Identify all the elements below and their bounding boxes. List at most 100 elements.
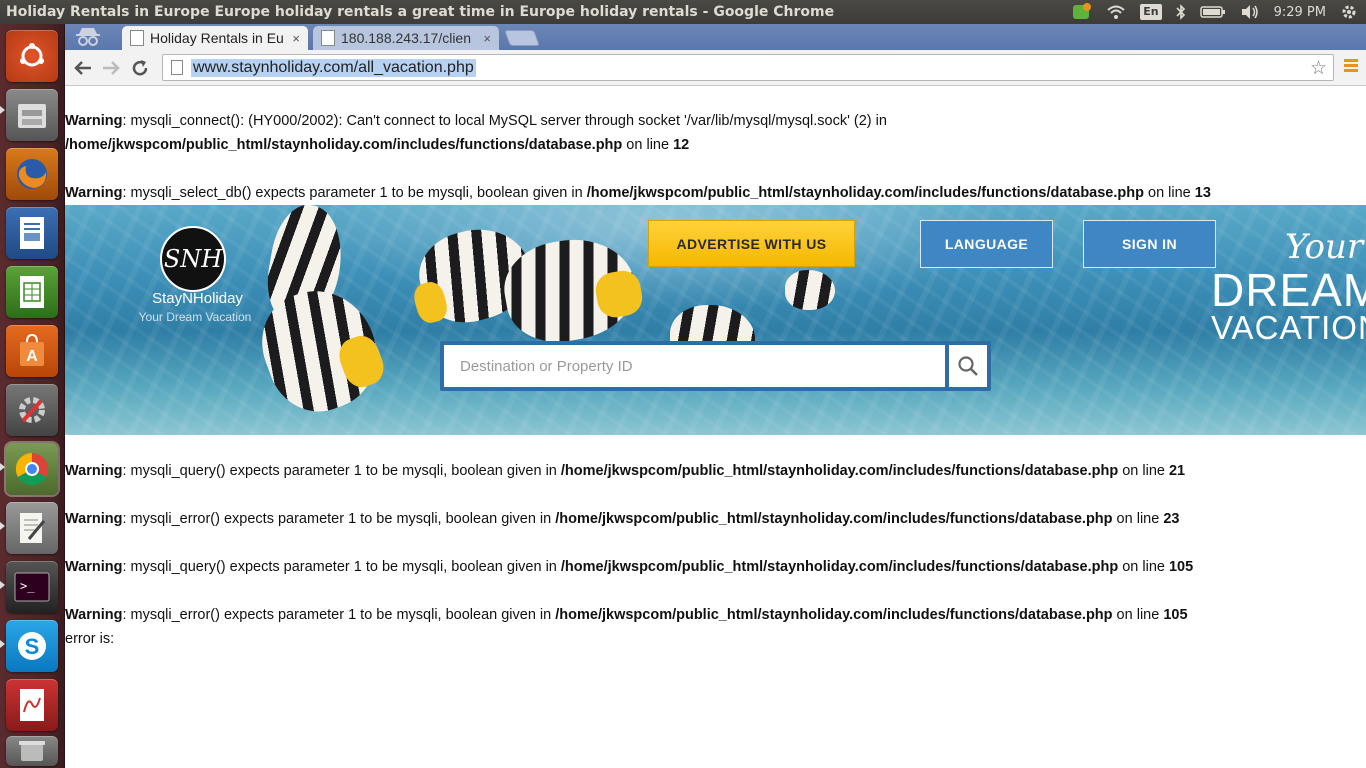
svg-text:S: S xyxy=(25,634,40,659)
trash-icon[interactable] xyxy=(6,736,58,766)
writer-icon[interactable] xyxy=(6,207,58,259)
advertise-with-us-button[interactable]: ADVERTISE WITH US xyxy=(648,220,855,267)
warning-line-number: 13 xyxy=(1194,185,1211,201)
incognito-icon xyxy=(73,26,103,48)
page-favicon-icon xyxy=(130,30,144,46)
warning-label: Warning xyxy=(65,559,123,575)
session-gear-icon[interactable] xyxy=(1340,3,1358,21)
php-warning: Warning: mysqli_query() expects paramete… xyxy=(65,555,1193,579)
new-tab-button[interactable] xyxy=(504,30,540,46)
window-title: Holiday Rentals in Europe Europe holiday… xyxy=(6,4,835,20)
tab-label: Holiday Rentals in Eu xyxy=(150,30,284,46)
running-indicator xyxy=(0,106,5,114)
warning-line-number: 105 xyxy=(1163,607,1188,623)
svg-text:A: A xyxy=(26,348,38,365)
dash-home-icon[interactable] xyxy=(6,30,58,82)
volume-icon[interactable] xyxy=(1240,3,1260,21)
svg-text:>_: >_ xyxy=(20,579,35,593)
warning-path: /home/jkwspcom/public_html/staynholiday.… xyxy=(586,185,1144,201)
site-name[interactable]: StayNHoliday xyxy=(135,290,260,307)
document-viewer-icon[interactable] xyxy=(6,679,58,731)
warning-on-line: on line xyxy=(1118,463,1169,479)
chrome-icon[interactable] xyxy=(6,443,58,495)
running-indicator xyxy=(0,581,5,589)
php-warning: Warning: mysqli_connect(): (HY000/2002):… xyxy=(65,109,887,157)
browser-toolbar: www.staynholiday.com/all_vacation.php ☆ xyxy=(65,50,1366,86)
firefox-icon[interactable] xyxy=(6,148,58,200)
tab-label: 180.188.243.17/clien xyxy=(341,30,471,46)
bluetooth-icon[interactable] xyxy=(1176,3,1186,21)
error-output: error is: xyxy=(65,631,115,647)
web-page: Warning: mysqli_connect(): (HY000/2002):… xyxy=(65,86,1366,768)
chrome-menu-button[interactable] xyxy=(1344,59,1358,75)
terminal-icon[interactable]: >_ xyxy=(6,561,58,613)
warning-on-line: on line xyxy=(622,137,674,153)
warning-on-line: on line xyxy=(1112,511,1164,527)
warning-label: Warning xyxy=(65,185,123,201)
search-button[interactable] xyxy=(949,345,987,387)
sign-in-button[interactable]: SIGN IN xyxy=(1083,220,1216,268)
system-top-panel: Holiday Rentals in Europe Europe holiday… xyxy=(0,0,1366,24)
warning-path: /home/jkwspcom/public_html/staynholiday.… xyxy=(555,607,1113,623)
text-editor-icon[interactable] xyxy=(6,502,58,554)
tab-close-icon[interactable]: × xyxy=(292,31,300,46)
php-warning: Warning: mysqli_query() expects paramete… xyxy=(65,459,1185,483)
warning-on-line: on line xyxy=(1118,559,1169,575)
tab-holiday-rentals[interactable]: Holiday Rentals in Eu × xyxy=(122,26,308,50)
warning-line-number: 105 xyxy=(1168,559,1194,575)
destination-search-input[interactable] xyxy=(444,345,945,387)
reload-button[interactable] xyxy=(128,56,152,80)
warning-line-number: 23 xyxy=(1163,511,1180,527)
system-settings-icon[interactable] xyxy=(6,384,58,436)
warning-line-number: 21 xyxy=(1168,463,1186,479)
warning-label: Warning xyxy=(65,113,123,129)
skype-icon[interactable]: S xyxy=(6,620,58,672)
search-bar xyxy=(440,341,991,391)
tab-ip-client[interactable]: 180.188.243.17/clien × xyxy=(313,26,499,50)
warning-message: : mysqli_query() expects parameter 1 to … xyxy=(122,559,561,575)
wifi-icon[interactable] xyxy=(1106,3,1126,21)
php-warning: Warning: mysqli_select_db() expects para… xyxy=(65,181,1211,205)
warning-label: Warning xyxy=(65,511,123,527)
warning-path: /home/jkwspcom/public_html/staynholiday.… xyxy=(560,463,1119,479)
language-button[interactable]: LANGUAGE xyxy=(920,220,1053,268)
software-center-icon[interactable]: A xyxy=(6,325,58,377)
warning-label: Warning xyxy=(65,607,123,623)
warning-path: /home/jkwspcom/public_html/staynholiday.… xyxy=(555,511,1113,527)
address-bar[interactable]: www.staynholiday.com/all_vacation.php ☆ xyxy=(162,54,1334,81)
clock[interactable]: 9:29 PM xyxy=(1274,3,1326,21)
warning-message: : mysqli_select_db() expects parameter 1… xyxy=(122,185,587,201)
hero-banner: SNH StayNHoliday Your Dream Vacation ADV… xyxy=(65,205,1366,435)
system-tray: En 9:29 PM xyxy=(1072,3,1366,21)
battery-icon[interactable] xyxy=(1199,3,1226,21)
warning-on-line: on line xyxy=(1112,607,1164,623)
browser-tab-strip: Holiday Rentals in Eu × 180.188.243.17/c… xyxy=(65,24,1366,50)
update-notifier-icon[interactable] xyxy=(1072,3,1092,21)
search-icon xyxy=(958,356,978,376)
bookmark-star-icon[interactable]: ☆ xyxy=(1310,57,1327,79)
running-indicator xyxy=(0,640,5,648)
page-favicon-icon xyxy=(321,30,335,46)
back-button[interactable] xyxy=(71,56,95,80)
warning-label: Warning xyxy=(65,463,123,479)
calc-icon[interactable] xyxy=(6,266,58,318)
tab-close-icon[interactable]: × xyxy=(483,31,491,46)
site-logo[interactable]: SNH xyxy=(160,226,226,292)
url-text[interactable]: www.staynholiday.com/all_vacation.php xyxy=(191,58,476,77)
files-icon[interactable] xyxy=(6,89,58,141)
warning-message: : mysqli_query() expects parameter 1 to … xyxy=(122,463,561,479)
warning-message: : mysqli_connect(): (HY000/2002): Can't … xyxy=(122,113,887,129)
php-warning: Warning: mysqli_error() expects paramete… xyxy=(65,603,1188,651)
fish-image xyxy=(785,270,835,310)
warning-path: /home/jkwspcom/public_html/staynholiday.… xyxy=(65,137,623,153)
warning-path: /home/jkwspcom/public_html/staynholiday.… xyxy=(560,559,1119,575)
running-indicator xyxy=(0,522,5,530)
warning-line-number: 12 xyxy=(673,137,690,153)
page-info-icon[interactable] xyxy=(171,60,183,75)
hero-tagline-your: Your xyxy=(1285,227,1364,267)
forward-button[interactable] xyxy=(99,56,123,80)
keyboard-layout-indicator[interactable]: En xyxy=(1140,4,1162,20)
warning-message: : mysqli_error() expects parameter 1 to … xyxy=(122,607,556,623)
warning-on-line: on line xyxy=(1143,185,1195,201)
warning-message: : mysqli_error() expects parameter 1 to … xyxy=(122,511,556,527)
